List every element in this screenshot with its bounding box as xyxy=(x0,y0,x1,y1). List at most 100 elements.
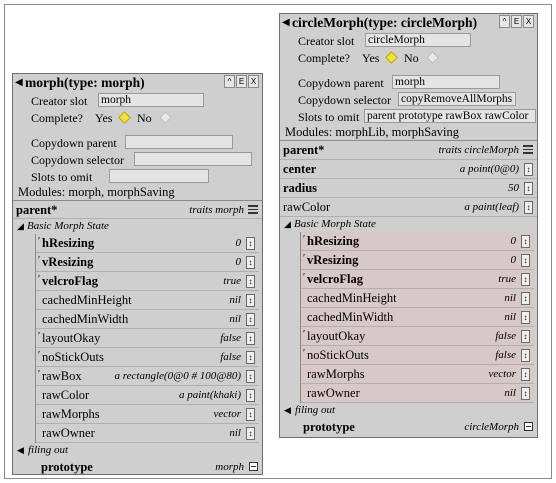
up-arrow-button-icon[interactable]: ↕ xyxy=(524,182,533,195)
e-button[interactable]: E xyxy=(236,75,247,88)
outliner-title: morph(type: morph) xyxy=(25,75,145,90)
close-button[interactable]: X xyxy=(523,15,534,28)
slot-row[interactable]: rawColor a paint(leaf) ↕ xyxy=(280,198,537,217)
slot-row[interactable]: cachedMinWidth nil ↕ xyxy=(301,308,534,327)
up-arrow-button-icon[interactable]: ↕ xyxy=(246,256,255,269)
outliner-title-bar[interactable]: ◀ morph(type: morph) ^ E X xyxy=(13,74,262,92)
up-arrow-button-icon[interactable]: ↕ xyxy=(521,235,530,248)
slot-row[interactable]: ʹ layoutOkay false ↕ xyxy=(36,329,259,348)
slot-row[interactable]: rawColor a paint(khaki) ↕ xyxy=(36,386,259,405)
caret-button[interactable]: ^ xyxy=(224,75,235,88)
slot-row[interactable]: ʹ noStickOuts false ↕ xyxy=(301,346,534,365)
no-diamond-icon[interactable] xyxy=(159,111,172,124)
up-arrow-button-icon[interactable]: ↕ xyxy=(521,254,530,267)
copydown-selector-field[interactable]: copyRemoveAllMorphs xyxy=(398,92,516,106)
slot-row[interactable]: ʹ velcroFlag true ↕ xyxy=(301,270,534,289)
up-arrow-button-icon[interactable]: ↕ xyxy=(521,330,530,343)
slot-row[interactable]: cachedMinHeight nil ↕ xyxy=(36,291,259,310)
box-button-icon[interactable] xyxy=(524,422,533,431)
up-arrow-button-icon[interactable]: ↕ xyxy=(246,294,255,307)
up-arrow-button-icon[interactable]: ↕ xyxy=(246,427,255,440)
up-arrow-button-icon[interactable]: ↕ xyxy=(521,311,530,324)
up-arrow-button-icon[interactable]: ↕ xyxy=(246,313,255,326)
yes-diamond-icon[interactable] xyxy=(118,111,131,124)
slot-value: 0 xyxy=(510,254,517,266)
up-arrow-button-icon[interactable]: ↕ xyxy=(246,389,255,402)
equals-button-icon[interactable] xyxy=(248,205,258,214)
slot-row[interactable]: ʹ layoutOkay false ↕ xyxy=(301,327,534,346)
triangle-left-icon[interactable]: ◀ xyxy=(17,445,24,456)
top-slots-group: parent* traits circleMorph center a point(0… xyxy=(280,140,537,217)
slot-row[interactable]: ʹ hResizing 0 ↕ xyxy=(36,234,259,253)
up-arrow-button-icon[interactable]: ↕ xyxy=(246,237,255,250)
slot-row[interactable]: ʹ vResizing 0 ↕ xyxy=(301,251,534,270)
slot-row[interactable]: ʹ noStickOuts false ↕ xyxy=(36,348,259,367)
slot-row[interactable]: prototype morph xyxy=(35,458,262,477)
slot-row[interactable]: parent* traits morph xyxy=(13,200,262,219)
yes-diamond-icon[interactable] xyxy=(385,51,398,64)
slot-row[interactable]: cachedMinHeight nil ↕ xyxy=(301,289,534,308)
slot-name: cachedMinWidth xyxy=(42,312,129,326)
creator-slot-field[interactable]: morph xyxy=(98,93,204,107)
tick-mark-icon: ʹ xyxy=(303,253,306,264)
slot-row[interactable]: cachedMinWidth nil ↕ xyxy=(36,310,259,329)
slot-name: hResizing xyxy=(42,236,95,250)
slot-name: cachedMinHeight xyxy=(42,293,132,307)
up-arrow-button-icon[interactable]: ↕ xyxy=(521,349,530,362)
up-arrow-button-icon[interactable]: ↕ xyxy=(521,387,530,400)
slot-row[interactable]: rawOwner nil ↕ xyxy=(301,384,534,403)
up-arrow-button-icon[interactable]: ↕ xyxy=(521,273,530,286)
triangle-left-icon[interactable]: ◀ xyxy=(284,405,291,416)
up-arrow-button-icon[interactable]: ↕ xyxy=(246,408,255,421)
triangle-down-icon[interactable]: ◢ xyxy=(284,219,291,230)
box-button-icon[interactable] xyxy=(249,462,258,471)
category-header[interactable]: ◢ Basic Morph State xyxy=(13,219,262,234)
slots-to-omit-field[interactable]: parent prototype rawBox rawColor xyxy=(364,109,536,123)
slot-name: radius xyxy=(283,181,318,195)
no-diamond-icon[interactable] xyxy=(426,51,439,64)
slot-row[interactable]: ʹ rawBox a rectangle(0@0 # 100@80) ↕ xyxy=(36,367,259,386)
slot-row[interactable]: ʹ velcroFlag true ↕ xyxy=(36,272,259,291)
category-header[interactable]: ◀ filing out xyxy=(17,443,262,458)
tick-mark-icon: ʹ xyxy=(38,236,41,247)
up-arrow-button-icon[interactable]: ↕ xyxy=(246,351,255,364)
creator-slot-field[interactable]: circleMorph xyxy=(365,33,471,47)
slot-row[interactable]: rawMorphs vector ↕ xyxy=(36,405,259,424)
close-button[interactable]: X xyxy=(248,75,259,88)
slot-row[interactable]: rawOwner nil ↕ xyxy=(36,424,259,443)
up-arrow-button-icon[interactable]: ↕ xyxy=(246,332,255,345)
category-header[interactable]: ◀ filing out xyxy=(284,403,537,418)
slot-row[interactable]: prototype circleMorph xyxy=(300,418,537,437)
copydown-parent-field[interactable] xyxy=(125,135,233,149)
category-header[interactable]: ◢ Basic Morph State xyxy=(280,217,537,232)
circlemorph-outliner[interactable]: ◀ circleMorph(type: circleMorph) ^ E X C… xyxy=(279,13,538,438)
triangle-down-icon[interactable]: ◢ xyxy=(17,221,24,232)
up-arrow-button-icon[interactable]: ↕ xyxy=(521,368,530,381)
morph-outliner[interactable]: ◀ morph(type: morph) ^ E X Creator slot … xyxy=(12,73,263,475)
up-arrow-button-icon[interactable]: ↕ xyxy=(246,275,255,288)
slot-value: nil xyxy=(504,387,516,399)
up-arrow-button-icon[interactable]: ↕ xyxy=(521,292,530,305)
slot-row[interactable]: parent* traits circleMorph xyxy=(280,141,537,160)
slot-row[interactable]: center a point(0@0) ↕ xyxy=(280,160,537,179)
copydown-selector-field[interactable] xyxy=(134,152,252,166)
caret-button[interactable]: ^ xyxy=(499,15,510,28)
slot-row[interactable]: radius 50 ↕ xyxy=(280,179,537,198)
basic-morph-state-group: ʹ hResizing 0 ↕ ʹ vResizing 0 ↕ ʹ velcroFlag true ↕… xyxy=(35,234,259,443)
collapse-triangle-icon[interactable]: ◀ xyxy=(282,18,292,28)
up-arrow-button-icon[interactable]: ↕ xyxy=(524,163,533,176)
slots-to-omit-field[interactable] xyxy=(109,169,209,183)
slot-row[interactable]: ʹ vResizing 0 ↕ xyxy=(36,253,259,272)
equals-button-icon[interactable] xyxy=(523,145,533,154)
slot-name: hResizing xyxy=(307,234,360,248)
up-arrow-button-icon[interactable]: ↕ xyxy=(524,201,533,214)
e-button[interactable]: E xyxy=(511,15,522,28)
slot-value: circleMorph xyxy=(464,421,519,433)
slot-name: center xyxy=(283,162,317,176)
slot-row[interactable]: ʹ hResizing 0 ↕ xyxy=(301,232,534,251)
copydown-parent-field[interactable]: morph xyxy=(392,75,500,89)
outliner-title-bar[interactable]: ◀ circleMorph(type: circleMorph) ^ E X xyxy=(280,14,537,32)
slot-row[interactable]: rawMorphs vector ↕ xyxy=(301,365,534,384)
up-arrow-button-icon[interactable]: ↕ xyxy=(246,370,255,383)
collapse-triangle-icon[interactable]: ◀ xyxy=(15,78,25,88)
